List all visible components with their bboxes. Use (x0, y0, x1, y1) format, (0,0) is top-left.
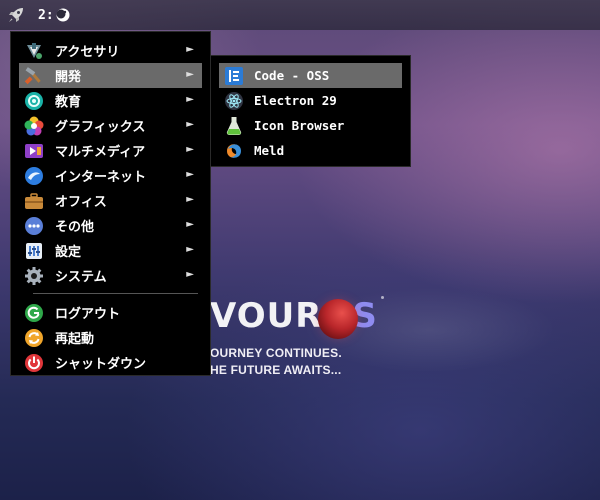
menu-item-internet[interactable]: インターネット ► (19, 163, 202, 188)
menu-item-shutdown[interactable]: シャットダウン (19, 350, 202, 375)
workspace-label: 2: (38, 7, 54, 23)
internet-icon (24, 166, 44, 186)
rocket-icon[interactable] (6, 5, 26, 25)
office-icon (24, 191, 44, 211)
menu-item-label: 開発 (55, 70, 82, 85)
tagline-1: OURNEY CONTINUES. (210, 346, 342, 360)
brand-main: VOUR (210, 296, 323, 336)
tagline-2: HE FUTURE AWAITS... (210, 363, 342, 377)
menu-item-label: シャットダウン (55, 357, 147, 372)
firefox-moon-icon (56, 8, 70, 22)
submenu-item-meld[interactable]: Meld (219, 138, 402, 163)
submenu-item-code-oss[interactable]: Code - OSS (219, 63, 402, 88)
menu-item-label: 再起動 (55, 332, 95, 347)
menu-item-accessories[interactable]: アクセサリ ► (19, 38, 202, 63)
menu-item-graphics[interactable]: グラフィックス ► (19, 113, 202, 138)
star-dot (381, 296, 384, 299)
submenu-arrow-icon: ► (186, 194, 194, 205)
development-icon (24, 66, 44, 86)
menu-item-logout[interactable]: ログアウト (19, 300, 202, 325)
multimedia-icon (24, 141, 44, 161)
menu-item-system[interactable]: システム ► (19, 263, 202, 288)
menu-item-development[interactable]: 開発 ► (19, 63, 202, 88)
submenu-item-icon-browser[interactable]: Icon Browser (219, 113, 402, 138)
submenu-item-label: Code - OSS (254, 68, 330, 83)
menu-item-label: マルチメディア (55, 145, 146, 160)
submenu-arrow-icon: ► (186, 169, 194, 180)
submenu-arrow-icon: ► (186, 69, 194, 80)
code-oss-icon (224, 66, 244, 86)
electron-icon (224, 91, 244, 111)
submenu-item-label: Icon Browser (254, 118, 345, 133)
planet-logo (318, 299, 358, 339)
submenu-arrow-icon: ► (186, 269, 194, 280)
application-menu: アクセサリ ► 開発 ► 教育 ► グラフィックス ► マルチメディア ► イン… (10, 31, 211, 376)
logout-icon (24, 303, 44, 323)
menu-separator (33, 293, 198, 294)
menu-item-label: 教育 (55, 95, 82, 110)
menu-item-label: アクセサリ (55, 45, 120, 60)
menu-item-settings[interactable]: 設定 ► (19, 238, 202, 263)
menu-item-office[interactable]: オフィス ► (19, 188, 202, 213)
menu-item-label: その他 (55, 220, 95, 235)
menu-item-label: オフィス (55, 195, 107, 210)
submenu-arrow-icon: ► (186, 144, 194, 155)
development-submenu: Code - OSS Electron 29 Icon Browser Meld (210, 55, 411, 167)
meld-icon (224, 141, 244, 161)
restart-icon (24, 328, 44, 348)
settings-icon (24, 241, 44, 261)
accessories-icon (24, 41, 44, 61)
workspace-indicator[interactable]: 2: (38, 8, 70, 23)
submenu-item-label: Meld (254, 143, 285, 158)
submenu-arrow-icon: ► (186, 244, 194, 255)
menu-item-label: 設定 (55, 245, 82, 260)
shutdown-icon (24, 353, 44, 373)
menu-item-label: グラフィックス (55, 120, 146, 135)
menu-item-restart[interactable]: 再起動 (19, 325, 202, 350)
submenu-item-label: Electron 29 (254, 93, 337, 108)
submenu-arrow-icon: ► (186, 94, 194, 105)
menu-item-label: システム (55, 270, 107, 285)
menu-item-label: インターネット (55, 170, 147, 185)
education-icon (24, 91, 44, 111)
system-icon (24, 266, 44, 286)
menu-item-label: ログアウト (55, 307, 121, 322)
submenu-arrow-icon: ► (186, 219, 194, 230)
icon-browser-icon (224, 116, 244, 136)
submenu-arrow-icon: ► (186, 119, 194, 130)
menu-item-other[interactable]: その他 ► (19, 213, 202, 238)
menu-item-multimedia[interactable]: マルチメディア ► (19, 138, 202, 163)
top-panel: 2: (0, 0, 600, 30)
graphics-icon (24, 116, 44, 136)
menu-item-education[interactable]: 教育 ► (19, 88, 202, 113)
other-icon (24, 216, 44, 236)
submenu-item-electron[interactable]: Electron 29 (219, 88, 402, 113)
submenu-arrow-icon: ► (186, 44, 194, 55)
